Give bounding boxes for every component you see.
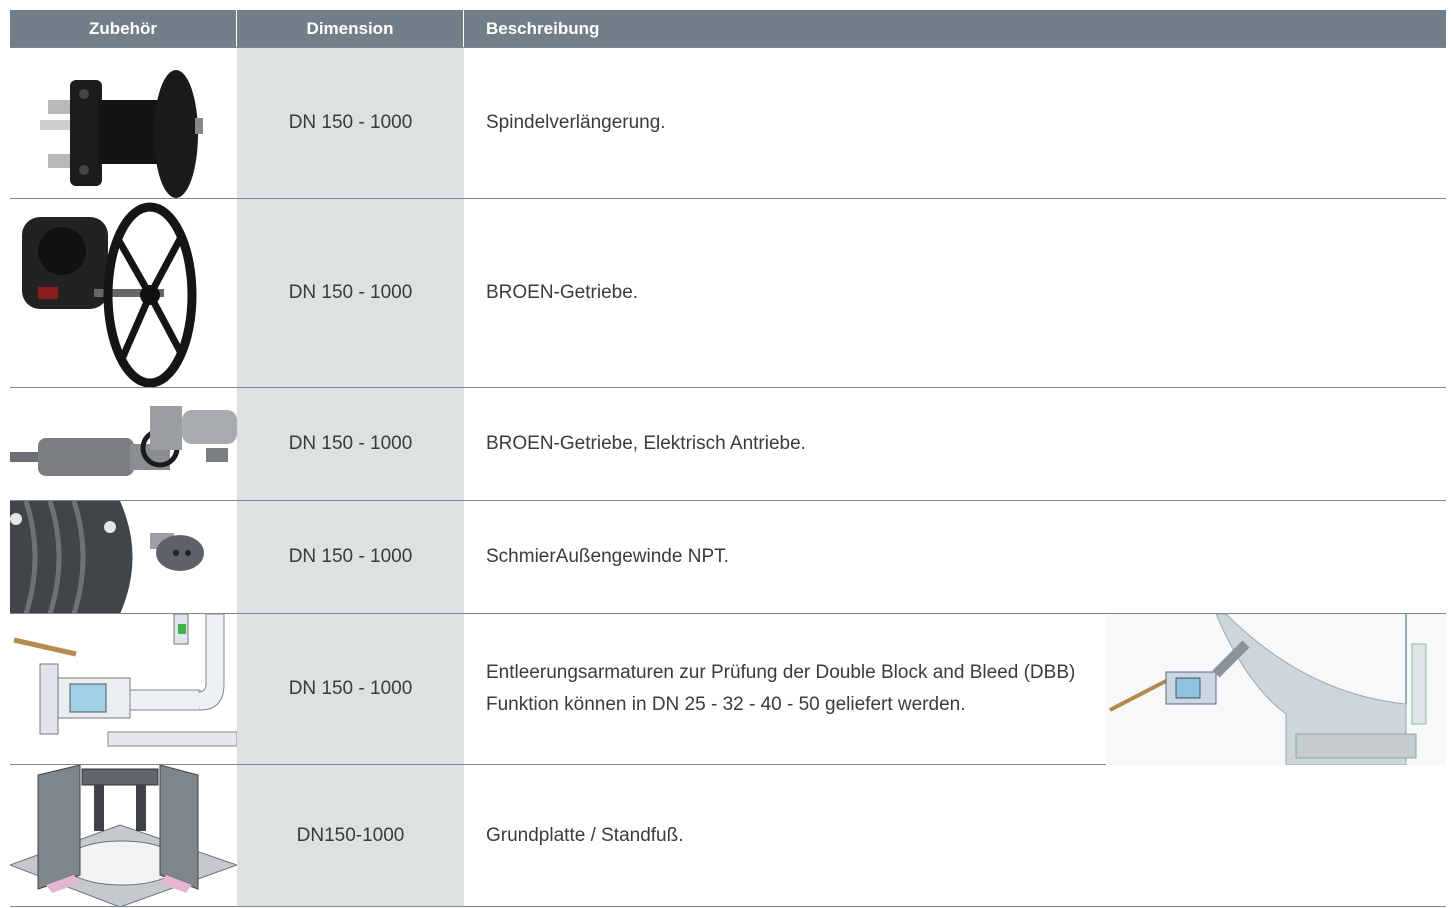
description-cell: BROEN-Getriebe. — [464, 199, 1446, 387]
description-text: BROEN-Getriebe, Elektrisch Antriebe. — [486, 433, 806, 454]
table-row: DN 150 - 1000 SchmierAußengewinde NPT. — [10, 500, 1446, 613]
dimension-cell: DN 150 - 1000 — [237, 388, 464, 500]
table-row: DN 150 - 1000 Spindelverlängerung. — [10, 47, 1446, 198]
dimension-cell: DN150-1000 — [237, 765, 464, 906]
spindle-extension-image — [10, 48, 237, 198]
table-row: DN150-1000 Grundplatte / Standfuß. — [10, 764, 1446, 906]
table-row: DN 150 - 1000 BROEN-Getriebe, Elektrisch… — [10, 387, 1446, 500]
dimension-cell: DN 150 - 1000 — [237, 48, 464, 198]
description-text: Entleerungsarmaturen zur Prüfung der Dou… — [486, 662, 1076, 715]
header-dimension: Dimension — [237, 10, 464, 47]
description-cell: Grundplatte / Standfuß. — [464, 765, 1446, 906]
table-row: DN 150 - 1000 BROEN-Getriebe. — [10, 198, 1446, 387]
description-cell: SchmierAußengewinde NPT. — [464, 501, 1446, 613]
header-accessory: Zubehör — [10, 10, 237, 47]
description-cell: BROEN-Getriebe, Elektrisch Antriebe. — [464, 388, 1446, 500]
dimension-cell: DN 150 - 1000 — [237, 501, 464, 613]
accessories-table: Zubehör Dimension Beschreibung DN 150 - … — [10, 10, 1446, 907]
description-cell: Spindelverlängerung. — [464, 48, 1446, 198]
base-plate-image — [10, 765, 237, 906]
table-header: Zubehör Dimension Beschreibung — [10, 10, 1446, 47]
grease-nipple-image — [10, 501, 237, 613]
header-description: Beschreibung — [486, 18, 600, 38]
gearbox-handwheel-image — [10, 199, 237, 387]
dimension-cell: DN 150 - 1000 — [237, 199, 464, 387]
table-row: DN 150 - 1000 Entleerungsarmaturen zur P… — [10, 613, 1446, 765]
description-text: SchmierAußengewinde NPT. — [486, 546, 729, 567]
description-text: Spindelverlängerung. — [486, 112, 666, 133]
description-text: Grundplatte / Standfuß. — [486, 824, 684, 846]
drain-valve-installed-image — [1106, 614, 1446, 765]
drain-valve-image — [10, 614, 237, 764]
description-cell: Entleerungsarmaturen zur Prüfung der Dou… — [464, 614, 1446, 765]
dimension-cell: DN 150 - 1000 — [237, 614, 464, 764]
description-text: BROEN-Getriebe. — [486, 282, 639, 303]
electric-actuator-image — [10, 388, 237, 500]
